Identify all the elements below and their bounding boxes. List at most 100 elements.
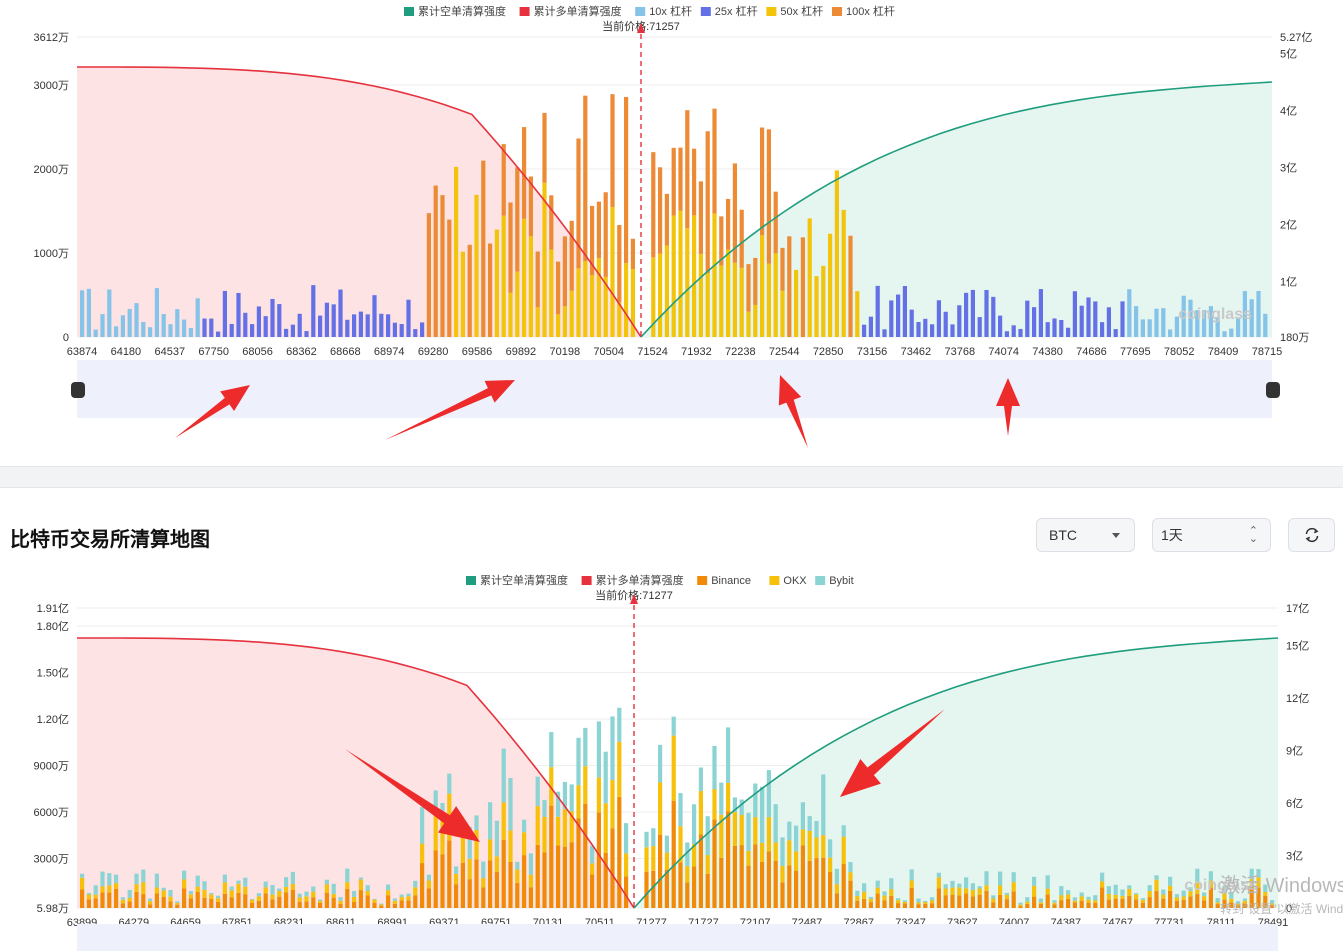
- bar-binance: [617, 796, 622, 908]
- bar-okx: [1059, 895, 1064, 901]
- bar-bybit: [794, 825, 799, 852]
- bar-50x: [515, 271, 520, 337]
- bar-okx: [739, 814, 744, 846]
- bar-bybit: [86, 892, 91, 895]
- legend-label: 50x 杠杆: [780, 4, 823, 18]
- bar-binance: [229, 897, 234, 908]
- bar-okx: [467, 858, 472, 880]
- bar-100x: [569, 220, 574, 291]
- legend-label: 累计多单清算强度: [596, 573, 684, 587]
- bar-binance: [277, 896, 282, 908]
- bar-binance: [896, 903, 901, 908]
- bar-bybit: [168, 889, 173, 897]
- bar-okx: [773, 842, 778, 861]
- bar-50x: [528, 236, 533, 337]
- bar-100x: [746, 264, 751, 312]
- bar: [460, 251, 465, 337]
- bar-bybit: [692, 804, 697, 845]
- bar-okx: [426, 880, 431, 889]
- bar-binance: [916, 904, 921, 908]
- bar-okx: [644, 847, 649, 872]
- bar-bybit: [202, 881, 207, 890]
- bar: [454, 166, 459, 337]
- bar-okx: [358, 879, 363, 891]
- bar-bybit: [576, 737, 581, 786]
- bar-bybit: [392, 898, 397, 901]
- bar-bybit: [154, 873, 159, 888]
- x-tick: 72238: [725, 346, 756, 358]
- bar: [916, 322, 921, 337]
- bar: [1072, 291, 1077, 337]
- bar-binance: [501, 839, 506, 908]
- bar: [141, 321, 146, 337]
- x-tick: 78052: [1164, 346, 1195, 358]
- legend-label: 10x 杠杆: [649, 4, 692, 18]
- bar-binance: [998, 894, 1003, 908]
- bar: [950, 324, 955, 337]
- bar-bybit: [583, 727, 588, 767]
- bar-binance: [508, 861, 513, 908]
- bar: [1018, 328, 1023, 337]
- legend-swatch: [635, 7, 646, 16]
- bar-bybit: [868, 896, 873, 899]
- bar-okx: [1140, 899, 1145, 903]
- bar-bybit: [481, 861, 486, 879]
- bar-binance: [474, 859, 479, 908]
- bar-bybit: [447, 773, 452, 794]
- bar-100x: [583, 95, 588, 262]
- bar-binance: [440, 854, 445, 908]
- chart-legend: 累计空单清算强度 累计多单清算强度 10x 杠杆 25x 杠杆 50x 杠杆 100x 杠…: [404, 4, 895, 18]
- x-tick: 74074: [988, 346, 1019, 358]
- bar-binance: [358, 890, 363, 908]
- bar-okx: [338, 900, 343, 904]
- bar-okx: [304, 896, 309, 902]
- bar-bybit: [1052, 900, 1057, 903]
- bar-okx: [331, 893, 336, 898]
- bar: [243, 312, 248, 337]
- bar-binance: [658, 834, 663, 908]
- bar: [875, 285, 880, 337]
- bar-binance: [644, 871, 649, 908]
- bar-bybit: [569, 784, 574, 812]
- bar-binance: [406, 900, 411, 908]
- bar-okx: [243, 886, 248, 895]
- bar-bybit: [1011, 872, 1016, 883]
- bar: [841, 209, 846, 337]
- bar-binance: [1154, 891, 1159, 908]
- bar-bybit: [1059, 886, 1064, 896]
- bar-bybit: [964, 877, 969, 889]
- bar-100x: [705, 131, 710, 274]
- bar-okx: [148, 901, 153, 905]
- bar-okx: [651, 846, 656, 871]
- bar-okx: [916, 902, 921, 905]
- bar-okx: [943, 888, 948, 896]
- bar-bybit: [698, 767, 703, 792]
- bar-50x: [569, 290, 574, 337]
- bar-okx: [250, 899, 255, 903]
- bar-bybit: [474, 815, 479, 830]
- legend-label: 25x 杠杆: [715, 4, 758, 18]
- bar: [209, 318, 214, 337]
- bar-bybit: [297, 893, 302, 898]
- bar-bybit: [1093, 895, 1098, 901]
- bar-okx: [1038, 902, 1043, 904]
- bar-binance: [746, 865, 751, 908]
- legend-swatch: [697, 576, 708, 585]
- bar-bybit: [549, 732, 554, 768]
- bar: [372, 295, 377, 337]
- bar-binance: [1188, 896, 1193, 908]
- bar-binance: [1161, 898, 1166, 908]
- bar-bybit: [746, 812, 751, 851]
- bar-bybit: [624, 823, 629, 854]
- bar-bybit: [284, 877, 289, 887]
- bar-100x: [698, 181, 703, 254]
- bar: [1093, 301, 1098, 337]
- bar-bybit: [426, 874, 431, 881]
- bar-100x: [753, 257, 758, 305]
- bar: [1168, 329, 1173, 337]
- bar-binance: [671, 800, 676, 908]
- x-tick: 78409: [1208, 346, 1239, 358]
- bar-binance: [290, 889, 295, 908]
- bar-binance: [562, 846, 567, 908]
- bar: [467, 244, 472, 337]
